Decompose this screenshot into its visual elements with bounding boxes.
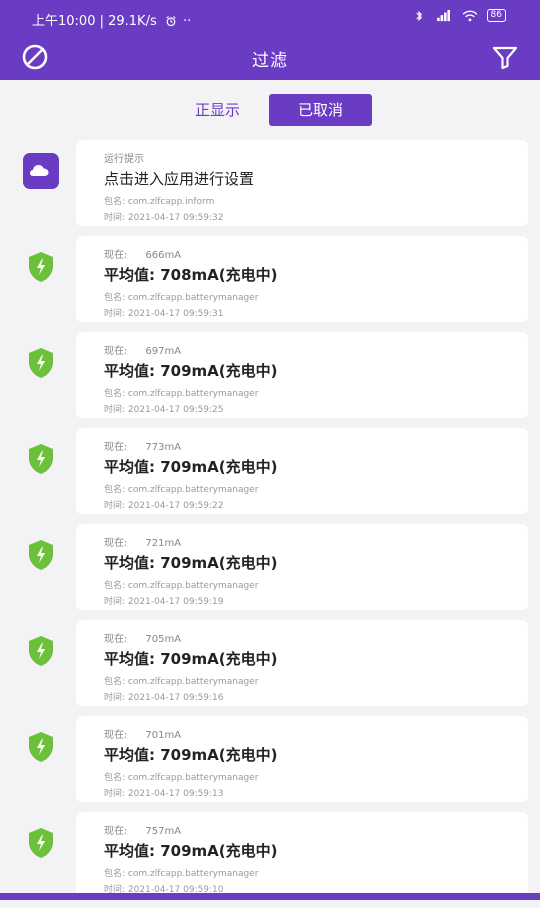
timestamp: 2021-04-17 09:59:31 (127, 309, 224, 319)
timestamp: 2021-04-17 09:59:32 (127, 213, 224, 223)
item-title: 平均值: 709mA(充电中) (104, 362, 278, 380)
package-name: com.zlfcapp.batterymanager (127, 293, 259, 303)
app-bar: 过滤 (0, 34, 540, 80)
notification-card: 现在: 757mA 平均值: 709mA(充电中) 包名: com.zlfcapp… (76, 812, 528, 898)
status-time-speed: 上午10:00 | 29.1K/s (32, 14, 157, 29)
item-label: 现在: (104, 730, 128, 741)
shield-battery-icon (29, 348, 53, 378)
package-name: com.zlfcapp.batterymanager (127, 389, 259, 399)
alarm-clock-icon (166, 16, 176, 27)
list-item[interactable]: 现在: 773mA 平均值: 709mA(充电中) 包名: com.zlfcapp… (0, 428, 540, 524)
item-title: 平均值: 709mA(充电中) (104, 842, 278, 860)
package-label: 包名: (104, 677, 126, 687)
list-item[interactable]: 现在: 666mA 平均值: 708mA(充电中) 包名: com.zlfcapp… (0, 236, 540, 332)
item-value: 666mA (145, 250, 182, 261)
list-item[interactable]: 现在: 701mA 平均值: 709mA(充电中) 包名: com.zlfcapp… (0, 716, 540, 812)
list-item[interactable]: 现在: 721mA 平均值: 709mA(充电中) 包名: com.zlfcapp… (0, 524, 540, 620)
status-left: 上午10:00 | 29.1K/s ·· (32, 10, 191, 29)
shield-battery-icon (29, 540, 53, 570)
item-title: 平均值: 709mA(充电中) (104, 458, 278, 476)
item-value: 701mA (145, 730, 182, 741)
item-label: 运行提示 (104, 154, 144, 165)
package-label: 包名: (104, 293, 126, 303)
time-label: 时间: (104, 693, 126, 703)
timestamp: 2021-04-17 09:59:25 (127, 405, 224, 415)
status-right: 86 (411, 9, 506, 22)
filter-icon[interactable] (490, 42, 520, 72)
list-item[interactable]: 现在: 697mA 平均值: 709mA(充电中) 包名: com.zlfcapp… (0, 332, 540, 428)
battery-icon: 86 (486, 9, 506, 22)
item-title: 平均值: 709mA(充电中) (104, 650, 278, 668)
notification-card: 现在: 666mA 平均值: 708mA(充电中) 包名: com.zlfcapp… (76, 236, 528, 322)
notification-card: 现在: 697mA 平均值: 709mA(充电中) 包名: com.zlfcapp… (76, 332, 528, 418)
wifi-icon (462, 10, 477, 21)
item-value: 697mA (145, 346, 182, 357)
item-label: 现在: (104, 634, 128, 645)
time-label: 时间: (104, 501, 126, 511)
package-label: 包名: (104, 197, 126, 207)
item-label: 现在: (104, 538, 128, 549)
notification-card: 现在: 701mA 平均值: 709mA(充电中) 包名: com.zlfcapp… (76, 716, 528, 802)
segmented-control: 正显示 已取消 (166, 94, 372, 126)
item-title: 平均值: 708mA(充电中) (104, 266, 278, 284)
time-label: 时间: (104, 597, 126, 607)
shield-battery-icon (29, 252, 53, 282)
notification-card: 运行提示 点击进入应用进行设置 包名: com.zlfcapp.inform 时… (76, 140, 528, 226)
tab-showing[interactable]: 正显示 (166, 94, 269, 126)
timestamp: 2021-04-17 09:59:22 (127, 501, 224, 511)
package-label: 包名: (104, 869, 126, 879)
battery-level: 86 (490, 10, 502, 20)
time-label: 时间: (104, 309, 126, 319)
shield-battery-icon (29, 444, 53, 474)
package-name: com.zlfcapp.batterymanager (127, 869, 259, 879)
bottom-bar (0, 893, 540, 900)
package-name: com.zlfcapp.batterymanager (127, 773, 259, 783)
tab-cancelled[interactable]: 已取消 (269, 94, 372, 126)
package-label: 包名: (104, 581, 126, 591)
shield-battery-icon (29, 732, 53, 762)
list-item[interactable]: 现在: 705mA 平均值: 709mA(充电中) 包名: com.zlfcapp… (0, 620, 540, 716)
time-label: 时间: (104, 789, 126, 799)
package-label: 包名: (104, 389, 126, 399)
status-bar: 上午10:00 | 29.1K/s ·· 86 (0, 0, 540, 34)
item-value: 705mA (145, 634, 182, 645)
notification-card: 现在: 721mA 平均值: 709mA(充电中) 包名: com.zlfcapp… (76, 524, 528, 610)
item-label: 现在: (104, 250, 128, 261)
item-value: 773mA (145, 442, 182, 453)
signal-icon (436, 9, 450, 21)
notification-card: 现在: 705mA 平均值: 709mA(充电中) 包名: com.zlfcapp… (76, 620, 528, 706)
item-title: 平均值: 709mA(充电中) (104, 746, 278, 764)
package-name: com.zlfcapp.inform (127, 197, 215, 207)
shield-battery-icon (29, 828, 53, 858)
package-name: com.zlfcapp.batterymanager (127, 485, 259, 495)
list-item[interactable]: 运行提示 点击进入应用进行设置 包名: com.zlfcapp.inform 时… (0, 140, 540, 236)
shield-battery-icon (29, 636, 53, 666)
timestamp: 2021-04-17 09:59:19 (127, 597, 224, 607)
item-label: 现在: (104, 826, 128, 837)
item-label: 现在: (104, 346, 128, 357)
item-value: 757mA (145, 826, 182, 837)
timestamp: 2021-04-17 09:59:13 (127, 789, 224, 799)
item-value: 721mA (145, 538, 182, 549)
package-label: 包名: (104, 773, 126, 783)
time-label: 时间: (104, 213, 126, 223)
notification-card: 现在: 773mA 平均值: 709mA(充电中) 包名: com.zlfcapp… (76, 428, 528, 514)
cloud-app-icon (23, 153, 59, 189)
item-title: 点击进入应用进行设置 (104, 170, 255, 188)
package-name: com.zlfcapp.batterymanager (127, 581, 259, 591)
item-title: 平均值: 709mA(充电中) (104, 554, 278, 572)
timestamp: 2021-04-17 09:59:16 (127, 693, 224, 703)
item-label: 现在: (104, 442, 128, 453)
page-title: 过滤 (252, 51, 288, 71)
bluetooth-icon (415, 10, 422, 21)
package-label: 包名: (104, 485, 126, 495)
time-label: 时间: (104, 405, 126, 415)
package-name: com.zlfcapp.batterymanager (127, 677, 259, 687)
status-more-dots: ·· (183, 14, 192, 29)
notification-list: 运行提示 点击进入应用进行设置 包名: com.zlfcapp.inform 时… (0, 140, 540, 908)
